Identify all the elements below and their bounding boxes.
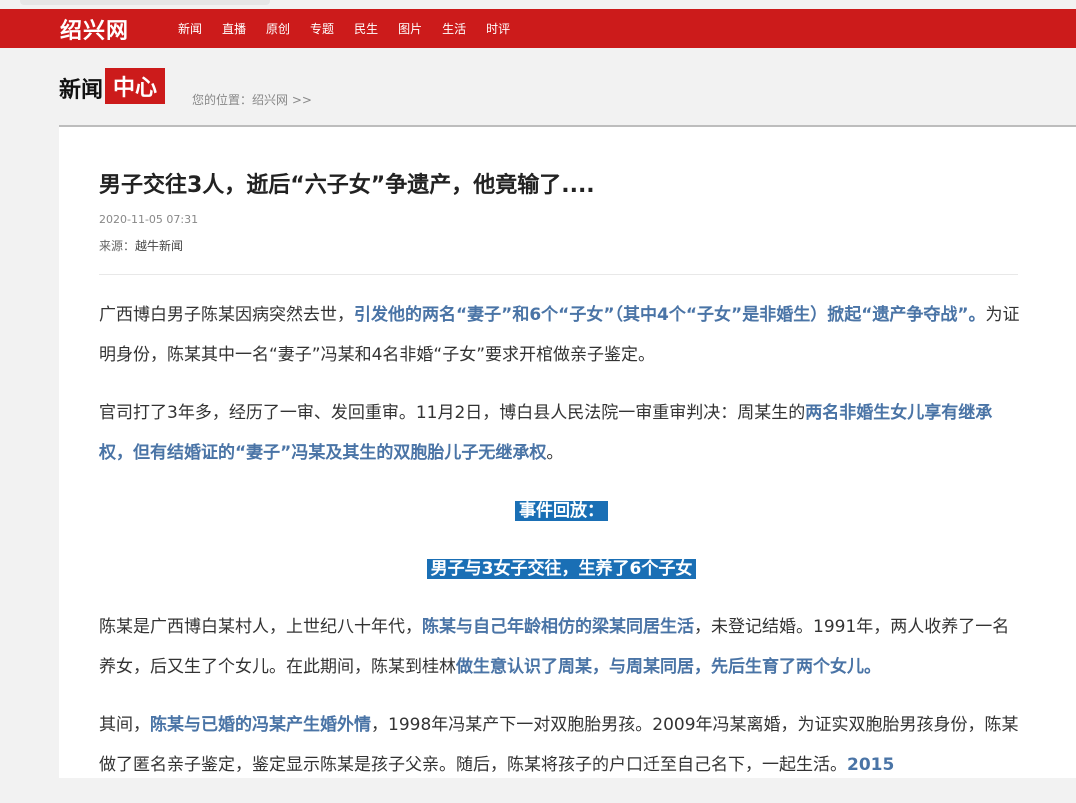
article-container: 男子交往3人，逝后“六子女”争遗产，他竟输了.... 2020-11-05 07… (59, 127, 1076, 778)
paragraph-2: 官司打了3年多，经历了一审、发回重审。11月2日，博白县人民法院一审重审判决：周… (99, 393, 1024, 473)
meta-separator (99, 274, 1018, 275)
article-title: 男子交往3人，逝后“六子女”争遗产，他竟输了.... (99, 173, 595, 198)
article-body: 广西博白男子陈某因病突然去世，引发他的两名“妻子”和6个“子女”（其中4个“子女… (99, 295, 1024, 803)
nav-item-topics[interactable]: 专题 (310, 20, 334, 37)
p1-highlight: 引发他的两名“妻子”和6个“子女”（其中4个“子女”是非婚生）掀起“遗产争夺战”… (354, 305, 986, 325)
p4-text: 其间， (99, 715, 150, 735)
breadcrumb-prefix: 您的位置： (192, 93, 253, 107)
p4-highlight: 陈某与已婚的冯某产生婚外情 (150, 715, 371, 735)
p2-text-2: 。 (546, 443, 564, 463)
news-center-brand[interactable]: 新闻 中心 (59, 68, 166, 104)
nav-item-original[interactable]: 原创 (266, 20, 290, 37)
p3-highlight-2: 做生意认识了周某，与周某同居，先后生育了两个女儿。 (456, 657, 881, 677)
nav-item-commentary[interactable]: 时评 (486, 20, 510, 37)
browser-top-strip (0, 0, 1076, 9)
site-navbar: 绍兴网 新闻 直播 原创 专题 民生 图片 生活 时评 (0, 9, 1076, 48)
browser-tab[interactable] (20, 0, 270, 5)
nav-item-live[interactable]: 直播 (222, 20, 246, 37)
brand-part-news: 新闻 (59, 78, 104, 103)
paragraph-1: 广西博白男子陈某因病突然去世，引发他的两名“妻子”和6个“子女”（其中4个“子女… (99, 295, 1024, 375)
section-heading-2: 男子与3女子交往，生养了6个子女 (99, 549, 1024, 589)
section-header: 新闻 中心 您的位置：绍兴网 >> (0, 48, 1076, 126)
article-source: 来源：越牛新闻 (99, 237, 183, 254)
nav-item-life[interactable]: 生活 (442, 20, 466, 37)
article-date: 2020-11-05 07:31 (99, 213, 199, 226)
p4-highlight-2: 2015 (847, 755, 895, 775)
section-heading-1: 事件回放： (99, 491, 1024, 531)
source-label: 来源： (99, 239, 136, 253)
breadcrumb: 您的位置：绍兴网 >> (192, 91, 312, 108)
p2-text: 官司打了3年多，经历了一审、发回重审。11月2日，博白县人民法院一审重审判决：周… (99, 403, 806, 423)
paragraph-3: 陈某是广西博白某村人，上世纪八十年代，陈某与自己年龄相仿的梁某同居生活，未登记结… (99, 607, 1024, 687)
nav-item-livelihood[interactable]: 民生 (354, 20, 378, 37)
p3-text: 陈某是广西博白某村人，上世纪八十年代， (99, 617, 422, 637)
p3-highlight: 陈某与自己年龄相仿的梁某同居生活 (422, 617, 694, 637)
brand-part-center: 中心 (105, 68, 166, 104)
site-logo[interactable]: 绍兴网 (60, 13, 129, 45)
source-value: 越牛新闻 (135, 239, 184, 253)
main-nav: 新闻 直播 原创 专题 民生 图片 生活 时评 (178, 20, 530, 37)
breadcrumb-separator: >> (288, 93, 312, 107)
p1-text: 广西博白男子陈某因病突然去世， (99, 305, 354, 325)
section-tag-subtitle: 男子与3女子交往，生养了6个子女 (426, 559, 697, 579)
nav-item-photos[interactable]: 图片 (398, 20, 422, 37)
paragraph-4: 其间，陈某与已婚的冯某产生婚外情，1998年冯某产下一对双胞胎男孩。2009年冯… (99, 705, 1024, 785)
section-tag-replay: 事件回放： (515, 501, 608, 521)
nav-item-news[interactable]: 新闻 (178, 20, 202, 37)
breadcrumb-link-home[interactable]: 绍兴网 (252, 93, 288, 107)
